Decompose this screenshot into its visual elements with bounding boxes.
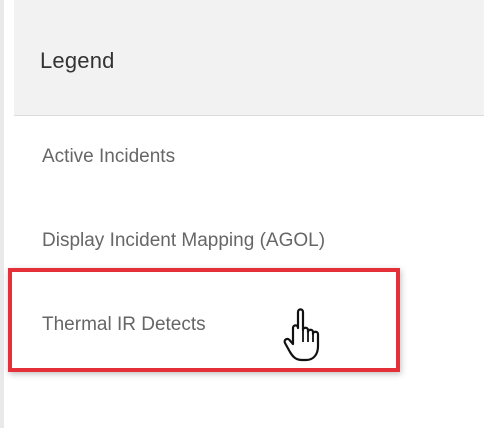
legend-item-label: Active Incidents — [42, 146, 176, 167]
hand-pointer-icon — [283, 308, 320, 362]
legend-header: Legend — [14, 0, 484, 116]
highlight-box — [8, 268, 400, 372]
legend-item-label: Display Incident Mapping (AGOL) — [42, 230, 326, 251]
legend-title: Legend — [40, 48, 115, 73]
legend-item-active-incidents[interactable]: Active Incidents — [14, 116, 484, 201]
legend-panel: Legend Active Incidents Display Incident… — [0, 0, 484, 428]
panel-left-border — [0, 0, 4, 428]
